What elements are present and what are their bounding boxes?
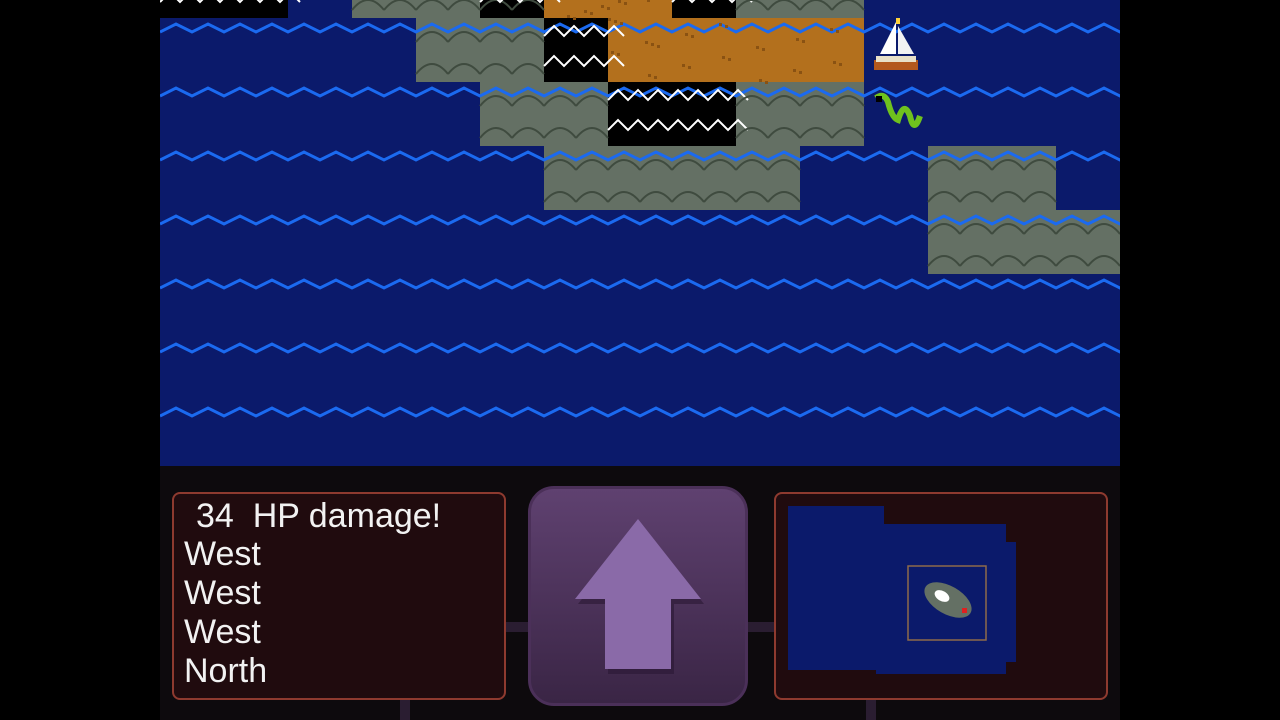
hud-leg xyxy=(866,700,876,720)
wave-line xyxy=(160,86,1120,98)
log-line: West xyxy=(184,574,261,612)
message-log: 34 HP damage! West West West North xyxy=(172,492,506,700)
wave-line xyxy=(160,150,1120,162)
damage-amount: 34 xyxy=(196,497,234,535)
log-line: West xyxy=(184,535,261,573)
minimap xyxy=(774,492,1108,700)
wave-line xyxy=(160,214,1120,226)
minimap-island-icon xyxy=(788,506,1016,674)
wave-line xyxy=(160,22,1120,34)
game-screen: 34 HP damage! West West West North xyxy=(160,0,1120,720)
log-line: North xyxy=(184,652,268,690)
damage-message: 34 HP damage! xyxy=(196,498,441,534)
move-north-button[interactable] xyxy=(528,486,748,706)
world-map xyxy=(160,0,1120,466)
hud-leg xyxy=(400,700,410,720)
wave-line xyxy=(160,406,1120,418)
log-line: West xyxy=(184,613,261,651)
sea-serpent-sprite xyxy=(874,92,923,128)
damage-text: HP damage! xyxy=(252,497,442,535)
hud-panel: 34 HP damage! West West West North xyxy=(160,466,1120,720)
ocean-waves xyxy=(160,22,1120,418)
wave-line xyxy=(160,342,1120,354)
arrow-up-icon xyxy=(575,519,704,674)
wave-line xyxy=(160,278,1120,290)
sailing-ship-sprite xyxy=(874,18,918,70)
